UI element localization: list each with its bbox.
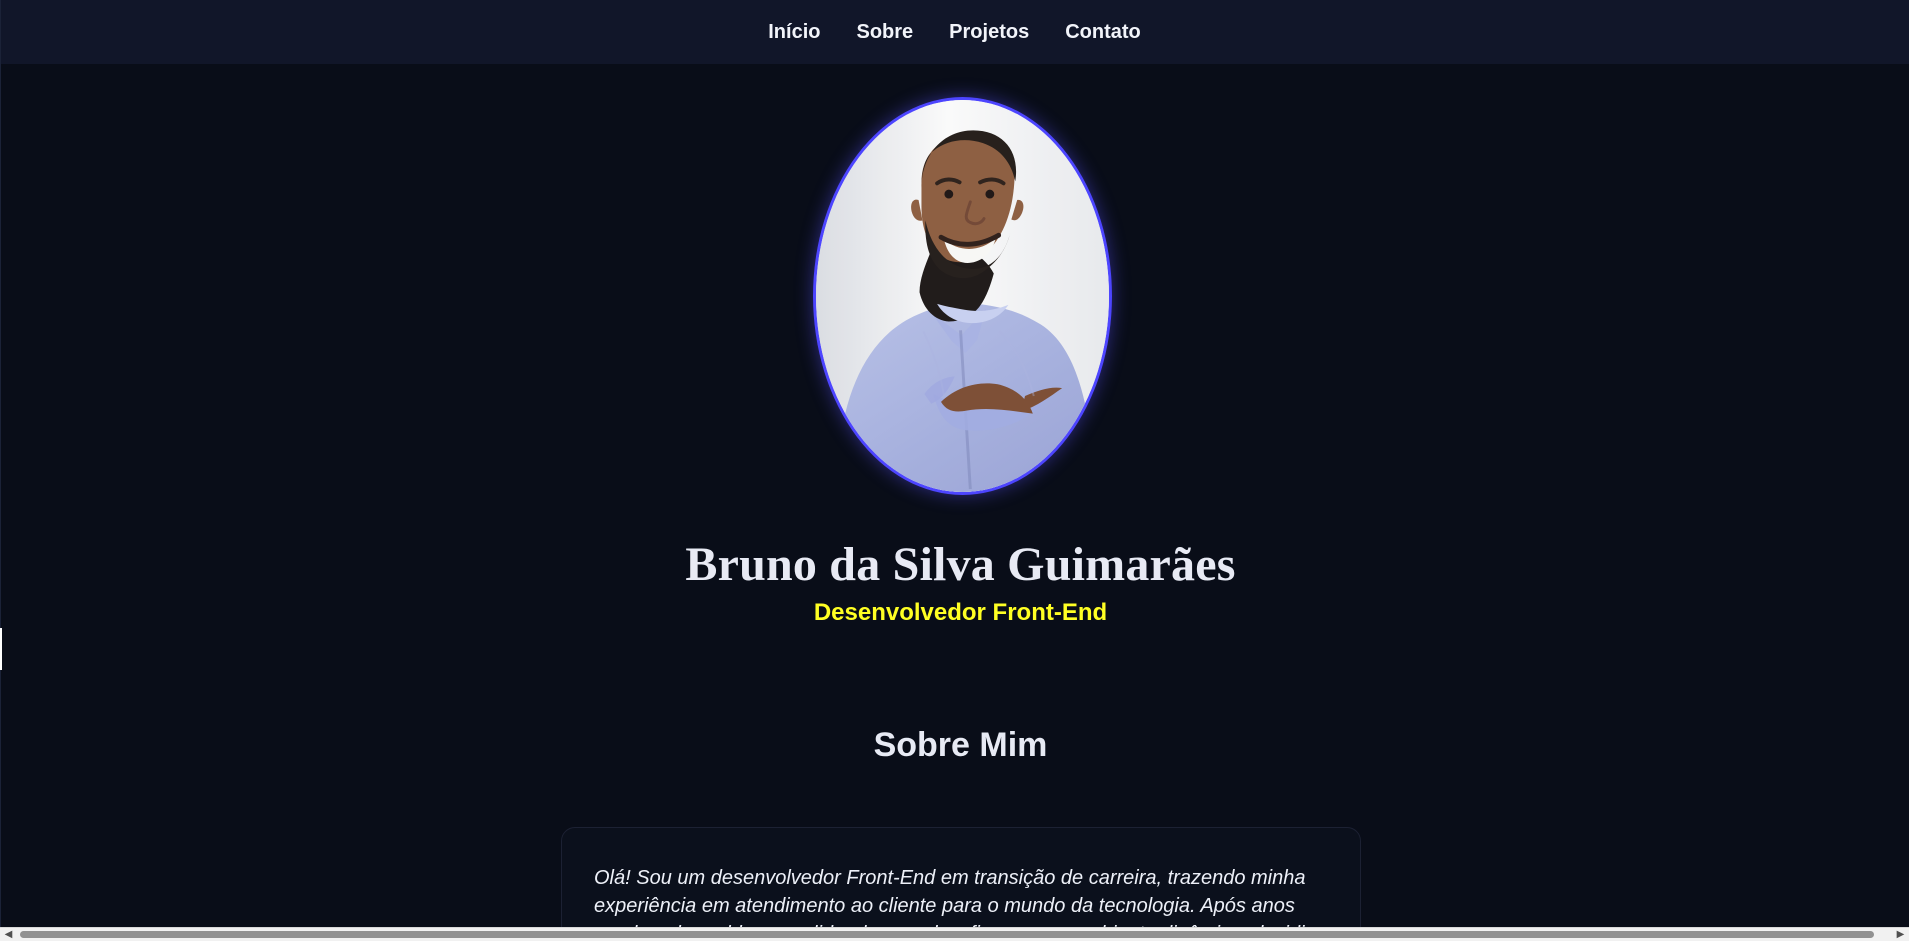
left-window-edge (0, 0, 1, 941)
profile-photo (813, 97, 1112, 495)
chevron-right-icon[interactable]: ▶ (1892, 928, 1909, 941)
horizontal-scrollbar[interactable]: ◀ ▶ (0, 927, 1909, 941)
scrollbar-thumb[interactable] (20, 931, 1874, 938)
nav-link-sobre[interactable]: Sobre (856, 22, 913, 42)
chevron-left-icon[interactable]: ◀ (0, 928, 17, 941)
portfolio-page: Início Sobre Projetos Contato Bruno da S… (0, 0, 1909, 941)
left-edge-handle[interactable] (0, 628, 2, 670)
nav-link-inicio[interactable]: Início (768, 22, 820, 42)
profile-name: Bruno da Silva Guimarães (685, 538, 1236, 591)
about-section-title: Sobre Mim (873, 726, 1048, 764)
top-navigation: Início Sobre Projetos Contato (0, 0, 1909, 64)
profile-photo-image (816, 100, 1109, 492)
nav-link-projetos[interactable]: Projetos (949, 22, 1029, 42)
about-card: Olá! Sou um desenvolvedor Front-End em t… (561, 827, 1361, 941)
profile-role: Desenvolvedor Front-End (813, 599, 1108, 626)
nav-link-contato[interactable]: Contato (1065, 22, 1141, 42)
